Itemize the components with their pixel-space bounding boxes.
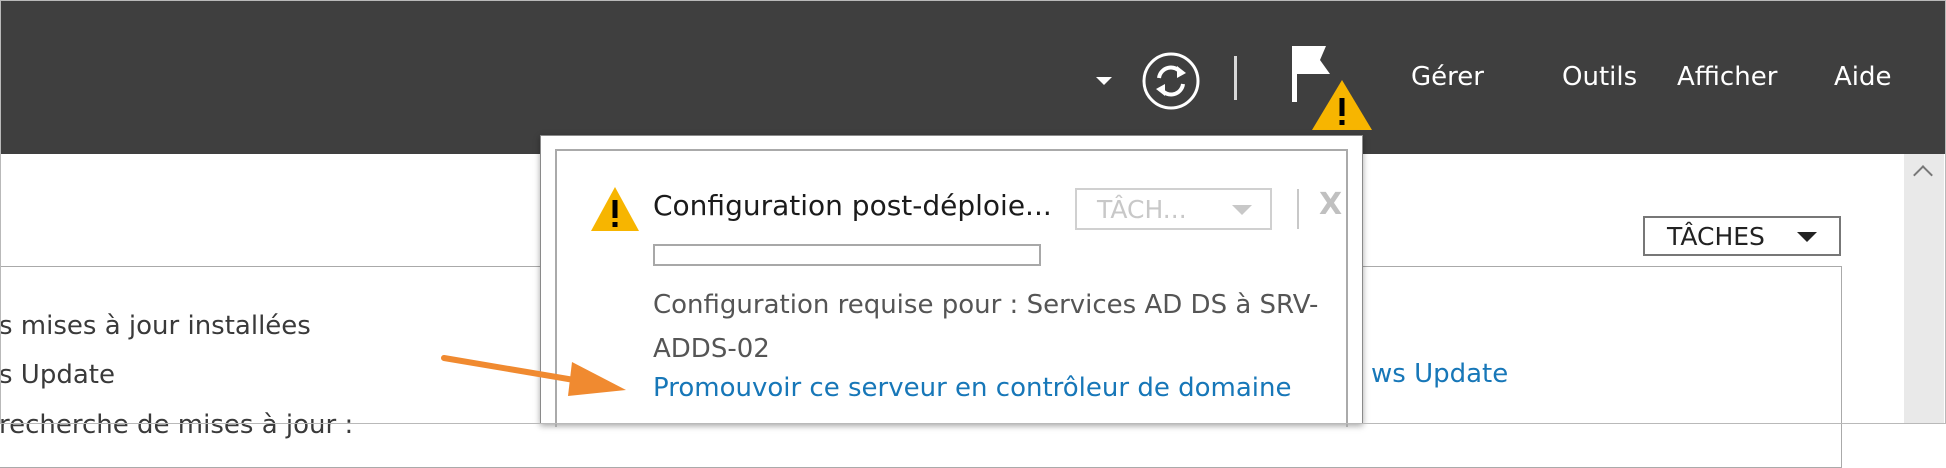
promote-domain-controller-link[interactable]: Promouvoir ce serveur en contrôleur de d… xyxy=(653,373,1291,403)
warning-icon xyxy=(591,187,639,231)
tasks-dropdown[interactable]: TÂCHES xyxy=(1643,216,1841,256)
menu-outils[interactable]: Outils xyxy=(1562,62,1637,92)
refresh-icon[interactable] xyxy=(1140,50,1202,112)
menu-aide[interactable]: Aide xyxy=(1834,62,1892,92)
tasks-dropdown-label: TÂCHES xyxy=(1667,222,1765,251)
notification-tasks-dropdown[interactable]: TÂCH... xyxy=(1075,188,1272,230)
toolbar-separator xyxy=(1234,56,1237,100)
chevron-down-icon xyxy=(1797,232,1817,242)
progress-bar xyxy=(653,244,1041,266)
scroll-up-icon[interactable] xyxy=(1913,165,1933,185)
windows-update-text: s Update xyxy=(0,360,115,390)
top-menu-bar: Gérer Outils Afficher Aide xyxy=(0,0,1946,154)
windows-update-link[interactable]: ws Update xyxy=(1371,359,1508,389)
notification-description: Configuration requise pour : Services AD… xyxy=(653,290,1319,364)
warning-icon xyxy=(1312,80,1372,130)
installed-updates-text: s mises à jour installées xyxy=(0,311,311,341)
close-icon[interactable]: X xyxy=(1319,187,1342,222)
dropdown-arrow-icon[interactable] xyxy=(1096,77,1112,85)
flag-icon[interactable] xyxy=(1280,42,1380,132)
notification-title: Configuration post-déploie... xyxy=(653,189,1052,222)
chevron-down-icon xyxy=(1232,205,1252,215)
notification-popup: Configuration post-déploie... TÂCH... X … xyxy=(540,135,1363,427)
vertical-scrollbar[interactable] xyxy=(1904,154,1944,424)
notification-tasks-label: TÂCH... xyxy=(1097,195,1187,224)
menu-afficher[interactable]: Afficher xyxy=(1677,62,1777,92)
notification-card: Configuration post-déploie... TÂCH... X … xyxy=(555,149,1348,427)
annotation-arrow-icon xyxy=(441,355,626,396)
update-search-text: recherche de mises à jour : xyxy=(0,410,354,440)
menu-gerer[interactable]: Gérer xyxy=(1411,62,1484,92)
notification-separator xyxy=(1297,189,1299,229)
